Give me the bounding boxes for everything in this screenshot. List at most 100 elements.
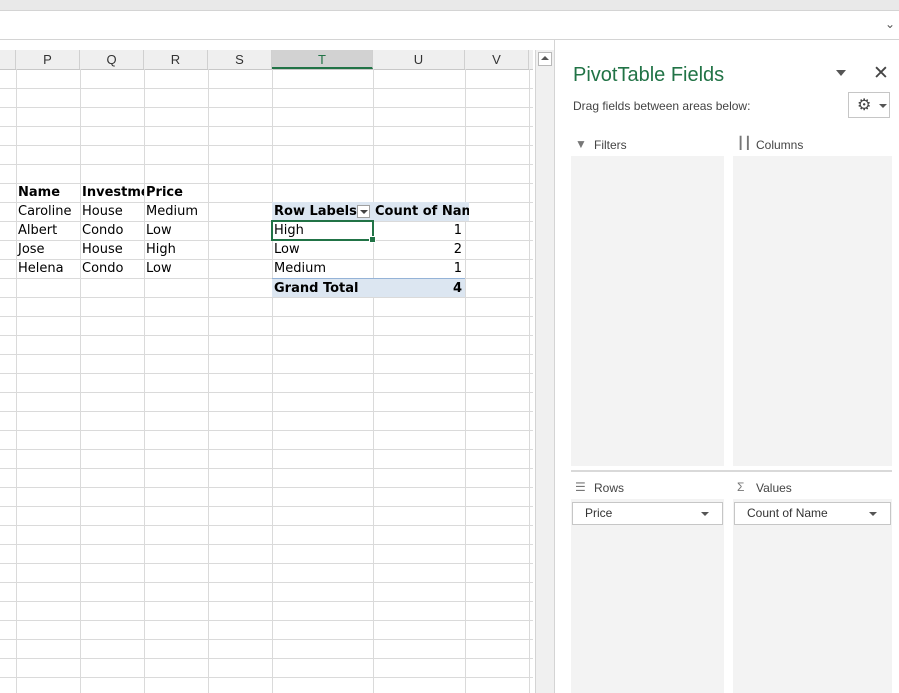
grid-row-line: [0, 525, 533, 526]
grid-row-line: [0, 354, 533, 355]
pivot-row-label[interactable]: Medium: [272, 259, 373, 278]
column-header-partial[interactable]: [0, 50, 16, 69]
column-header-R[interactable]: R: [144, 50, 208, 69]
grid-row-line: [0, 563, 533, 564]
pivottable-fields-pane: PivotTable Fields ✕ Drag fields between …: [554, 40, 899, 693]
grid-column-line: [465, 69, 466, 693]
grid-row-line: [0, 373, 533, 374]
grid-column-line: [529, 69, 530, 693]
grid-row-line: [0, 392, 533, 393]
grid-row-line: [0, 658, 533, 659]
chevron-down-icon: [879, 104, 887, 108]
grid-column-line: [144, 69, 145, 693]
gear-icon: ⚙: [857, 97, 872, 114]
grid-row-line: [0, 544, 533, 545]
pane-options-dropdown-icon[interactable]: [836, 70, 846, 76]
grid-column-line: [208, 69, 209, 693]
grid-row-line: [0, 620, 533, 621]
grid-row-line: [0, 107, 533, 108]
grid-row-line: [0, 677, 533, 678]
grid-row-line: [0, 297, 533, 298]
rows-field-label: Price: [585, 506, 613, 520]
table-cell[interactable]: Low: [144, 259, 208, 278]
pivot-grand-total-value[interactable]: 4: [373, 278, 465, 297]
pane-title: PivotTable Fields: [573, 64, 725, 86]
filters-area-label: Filters: [594, 138, 627, 152]
rows-icon: ☰: [575, 480, 586, 494]
column-header-P[interactable]: P: [16, 50, 80, 69]
grid-column-line: [16, 69, 17, 693]
pivot-row-value[interactable]: 1: [373, 259, 465, 278]
grid-row-line: [0, 316, 533, 317]
table-cell[interactable]: Condo: [80, 221, 144, 240]
grid-row-line: [0, 411, 533, 412]
grid-row-line: [0, 145, 533, 146]
field-settings-button[interactable]: ⚙: [848, 92, 890, 118]
filter-icon: ▼: [575, 137, 587, 151]
table-cell[interactable]: Medium: [144, 202, 208, 221]
values-drop-area[interactable]: [733, 499, 892, 693]
table-cell[interactable]: High: [144, 240, 208, 259]
grid-row-line: [0, 88, 533, 89]
column-header-U[interactable]: U: [373, 50, 465, 69]
pivot-row-label[interactable]: Low: [272, 240, 373, 259]
values-field-label: Count of Name: [747, 506, 828, 520]
grid-row-line: [0, 430, 533, 431]
formula-bar[interactable]: ⌄: [0, 11, 899, 40]
grid-column-line: [80, 69, 81, 693]
column-header-V[interactable]: V: [465, 50, 529, 69]
grid-row-line: [0, 126, 533, 127]
values-area-label: Values: [756, 481, 792, 495]
grid-row-line: [0, 164, 533, 165]
table-cell[interactable]: Jose: [16, 240, 80, 259]
grid-row-line: [0, 639, 533, 640]
grid-column-line: [272, 69, 273, 693]
pivot-grand-total-label[interactable]: Grand Total: [272, 278, 373, 297]
worksheet-grid[interactable]: P Q R S T U V Name Investmer Price Carol…: [0, 50, 533, 693]
pane-splitter[interactable]: [571, 470, 892, 472]
pivot-values-header[interactable]: Count of Name: [373, 202, 469, 221]
grid-row-line: [0, 487, 533, 488]
grid-row-line: [0, 335, 533, 336]
table-cell[interactable]: House: [80, 202, 144, 221]
chevron-down-icon[interactable]: ⌄: [885, 17, 895, 31]
table-cell[interactable]: Caroline: [16, 202, 80, 221]
chevron-down-icon: [869, 512, 877, 516]
fill-handle[interactable]: [369, 236, 376, 243]
table-cell[interactable]: Low: [144, 221, 208, 240]
pane-subtitle: Drag fields between areas below:: [573, 99, 751, 113]
table-cell[interactable]: House: [80, 240, 144, 259]
sigma-icon: Σ: [737, 480, 745, 494]
rows-area-label: Rows: [594, 481, 625, 495]
table-header-cell[interactable]: Investmer: [80, 183, 144, 202]
table-header-cell[interactable]: Price: [144, 183, 208, 202]
grid-row-line: [0, 601, 533, 602]
rows-field-price[interactable]: Price: [572, 502, 723, 525]
table-cell[interactable]: Helena: [16, 259, 80, 278]
vertical-scrollbar[interactable]: [535, 50, 554, 693]
values-field-count-of-name[interactable]: Count of Name: [734, 502, 891, 525]
ribbon-edge: [0, 0, 899, 11]
grid-column-line: [373, 69, 374, 693]
chevron-down-icon: [701, 512, 709, 516]
column-header-row: P Q R S T U V: [0, 50, 533, 70]
active-cell-selection[interactable]: [271, 220, 374, 241]
pivot-row-value[interactable]: 2: [373, 240, 465, 259]
column-header-S[interactable]: S: [208, 50, 272, 69]
pivot-row-value[interactable]: 1: [373, 221, 465, 240]
table-cell[interactable]: Condo: [80, 259, 144, 278]
filter-dropdown-icon[interactable]: [357, 205, 370, 218]
scroll-up-arrow-icon[interactable]: [538, 52, 552, 66]
columns-drop-area[interactable]: [733, 156, 892, 466]
grid-row-line: [0, 468, 533, 469]
column-header-Q[interactable]: Q: [80, 50, 144, 69]
grid-row-line: [0, 582, 533, 583]
column-header-T[interactable]: T: [272, 50, 373, 69]
table-cell[interactable]: Albert: [16, 221, 80, 240]
close-icon[interactable]: ✕: [873, 62, 889, 85]
columns-area-label: Columns: [756, 138, 804, 152]
grid-row-line: [0, 506, 533, 507]
rows-drop-area[interactable]: [571, 499, 724, 693]
table-header-cell[interactable]: Name: [16, 183, 80, 202]
filters-drop-area[interactable]: [571, 156, 724, 466]
